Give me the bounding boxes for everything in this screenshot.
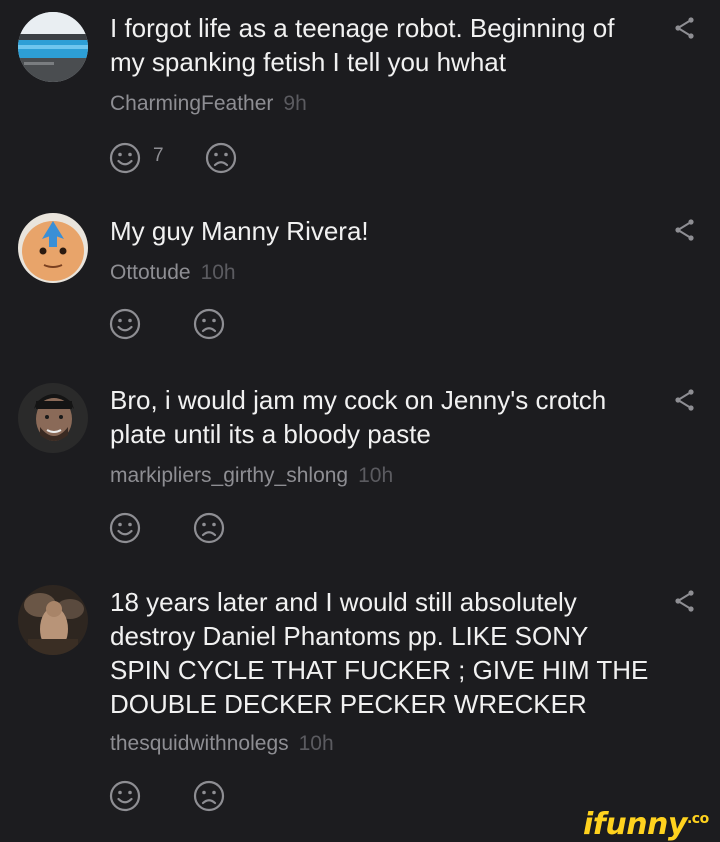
person-photo-avatar	[18, 383, 88, 453]
comment-text: I forgot life as a teenage robot. Beginn…	[110, 13, 615, 77]
smile-icon[interactable]	[108, 141, 142, 175]
watermark-suffix: .co	[686, 811, 709, 827]
comment-text: Bro, i would jam my cock on Jenny's crot…	[110, 385, 607, 449]
smile-count: 7	[153, 145, 164, 166]
user-avatar[interactable]	[18, 12, 88, 82]
share-icon[interactable]	[672, 217, 698, 243]
user-avatar[interactable]	[18, 585, 88, 655]
comment-meta: thesquidwithnolegs 10h	[110, 731, 334, 757]
username[interactable]: thesquidwithnolegs	[110, 732, 289, 755]
comment-text: 18 years later and I would still absolut…	[110, 587, 649, 719]
timestamp: 10h	[298, 732, 334, 755]
comment-text: My guy Manny Rivera!	[110, 216, 369, 246]
comment-meta: CharmingFeather 9h	[110, 91, 307, 117]
pool-photo-avatar	[18, 12, 88, 82]
painting-avatar	[18, 585, 88, 655]
ifunny-watermark: ifunny.co	[583, 807, 709, 842]
frown-icon[interactable]	[192, 511, 226, 545]
username[interactable]: CharmingFeather	[110, 92, 273, 115]
frown-icon[interactable]	[192, 779, 226, 813]
frown-icon[interactable]	[192, 307, 226, 341]
cartoon-face-avatar	[18, 213, 88, 283]
smile-icon[interactable]	[108, 779, 142, 813]
share-icon[interactable]	[672, 15, 698, 41]
frown-icon[interactable]	[204, 141, 238, 175]
comment-meta: Ottotude 10h	[110, 260, 236, 286]
timestamp: 9h	[283, 92, 307, 115]
share-icon[interactable]	[672, 387, 698, 413]
user-avatar[interactable]	[18, 383, 88, 453]
timestamp: 10h	[358, 464, 394, 487]
user-avatar[interactable]	[18, 213, 88, 283]
username[interactable]: Ottotude	[110, 261, 191, 284]
watermark-text: ifunny	[583, 807, 687, 842]
smile-icon[interactable]	[108, 307, 142, 341]
timestamp: 10h	[200, 261, 236, 284]
share-icon[interactable]	[672, 588, 698, 614]
comment-meta: markipliers_girthy_shlong 10h	[110, 463, 393, 489]
smile-icon[interactable]	[108, 511, 142, 545]
username[interactable]: markipliers_girthy_shlong	[110, 464, 348, 487]
